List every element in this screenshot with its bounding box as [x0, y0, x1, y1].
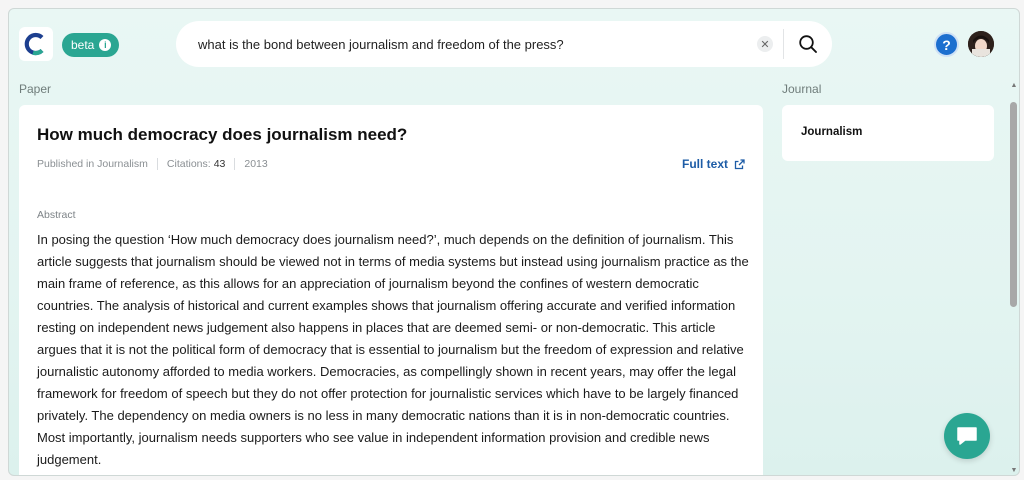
published-in[interactable]: Published in Journalism [37, 158, 148, 170]
scroll-down-icon[interactable]: ▼ [1010, 467, 1018, 475]
paper-section-label: Paper [19, 82, 52, 96]
journal-card[interactable]: Journalism [782, 105, 994, 161]
paper-card: How much democracy does journalism need?… [19, 105, 763, 475]
search-input[interactable] [176, 21, 757, 67]
journal-section-label: Journal [782, 82, 822, 96]
paper-meta: Published in Journalism Citations: 43 20… [37, 158, 268, 170]
help-icon[interactable]: ? [934, 32, 959, 57]
beta-badge[interactable]: beta i [62, 33, 120, 57]
app-logo[interactable] [19, 27, 53, 61]
publication-year: 2013 [244, 158, 268, 170]
search-button[interactable] [784, 21, 832, 67]
meta-divider [156, 158, 158, 170]
citations-count: 43 [213, 158, 226, 170]
paper-title: How much democracy does journalism need? [37, 125, 408, 144]
external-link-icon [734, 158, 745, 169]
app-window: beta i ✕ ? Paper Journal How much democr… [8, 8, 1020, 476]
chat-button[interactable] [944, 413, 990, 459]
beta-label: beta [71, 38, 95, 52]
meta-divider [234, 158, 236, 170]
search-icon [799, 35, 817, 53]
avatar[interactable] [968, 31, 994, 57]
full-text-link[interactable]: Full text [682, 157, 745, 171]
abstract-text: In posing the question ‘How much democra… [37, 232, 749, 467]
scrollbar[interactable]: ▲ ▼ [1009, 82, 1019, 475]
journal-name: Journalism [801, 126, 863, 138]
citations-label: Citations: [166, 158, 211, 170]
info-icon: i [99, 39, 112, 51]
abstract-label: Abstract [37, 209, 76, 221]
search-bar: ✕ [176, 21, 832, 67]
scroll-thumb[interactable] [1010, 102, 1017, 307]
scroll-up-icon[interactable]: ▲ [1010, 82, 1018, 90]
full-text-label: Full text [681, 157, 728, 171]
chat-icon [957, 427, 977, 445]
clear-icon[interactable]: ✕ [757, 36, 773, 52]
app-logo-icon [24, 32, 44, 56]
